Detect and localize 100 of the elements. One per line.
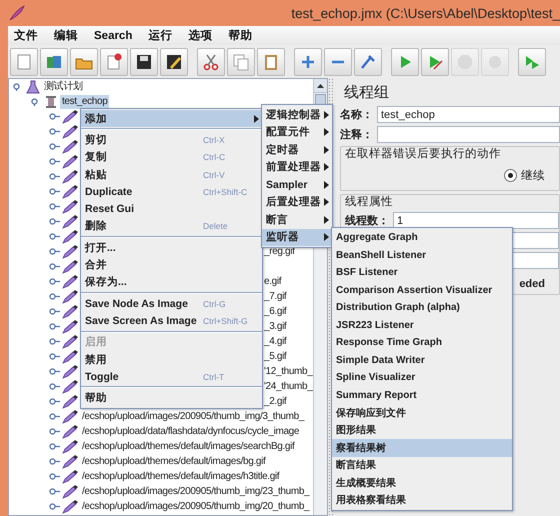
menu-item[interactable]: 逻辑控制器 <box>262 106 332 124</box>
menu-item[interactable]: Comparison Assertion Visualizer <box>332 282 512 299</box>
menu-item[interactable]: 察看结果树 <box>332 439 512 456</box>
tree-toggle-icon[interactable] <box>49 457 60 466</box>
tree-toggle-icon[interactable] <box>49 337 60 346</box>
menu-item[interactable]: 禁用 <box>81 350 262 368</box>
tree-item-label[interactable]: _7.gif <box>262 290 288 304</box>
tree-toggle-icon[interactable] <box>49 277 60 286</box>
menu-item[interactable]: 生成概要结果 <box>332 474 512 492</box>
tree-item-label[interactable]: _2.gif <box>262 394 288 408</box>
tree-toggle-icon[interactable] <box>49 502 60 511</box>
tree-toggle-icon[interactable] <box>49 427 60 436</box>
radio-button[interactable] <box>504 169 517 182</box>
tree-toggle-icon[interactable] <box>49 322 60 331</box>
tree-item-label[interactable]: 测试计划 <box>42 80 85 94</box>
tree-toggle-icon[interactable] <box>49 247 60 256</box>
toolbar-button[interactable] <box>160 48 188 76</box>
tree-toggle-icon[interactable] <box>49 187 60 196</box>
menu-item[interactable]: BeanShell Listener <box>332 246 512 264</box>
menu-item[interactable]: 帮助 <box>81 389 262 407</box>
tree-item-label[interactable]: /ecshop/upload/images/200905/thumb_img/20_thumb_ <box>80 500 312 514</box>
menu-bar-item[interactable]: 编辑 <box>54 28 78 43</box>
comment-field[interactable] <box>377 126 560 143</box>
menu-item[interactable]: 合并 <box>81 256 262 274</box>
menu-item[interactable]: 复制 Ctrl-C <box>81 148 262 166</box>
tree-toggle-icon[interactable] <box>49 292 60 301</box>
menu-item[interactable]: 配置元件 <box>262 124 332 141</box>
menu-item[interactable]: 保存为... <box>81 274 262 291</box>
menu-item[interactable]: 断言 <box>262 211 332 228</box>
menu-item[interactable]: 断言结果 <box>332 456 512 474</box>
menu-item[interactable]: 监听器 <box>262 228 332 246</box>
tree-item-label[interactable]: /ecshop/upload/data/flashdata/dynfocus/cycle_image <box>80 424 302 438</box>
menu-bar-item[interactable]: 选项 <box>188 28 212 43</box>
threads-field[interactable]: 1 <box>393 212 559 229</box>
menu-item[interactable]: 后置处理器 <box>262 194 332 211</box>
menu-item[interactable]: Response Time Graph <box>332 334 512 352</box>
menu-item[interactable]: Reset Gui <box>81 200 262 218</box>
tree-toggle-icon[interactable] <box>49 412 60 421</box>
menu-item[interactable]: 打开... <box>81 239 262 256</box>
scroll-thumb[interactable] <box>315 94 326 105</box>
menu-item[interactable]: Aggregate Graph <box>332 229 512 246</box>
tree-item-label[interactable]: /ecshop/upload/images/200905/thumb_img/23_thumb_ <box>80 484 312 498</box>
tree-toggle-icon[interactable] <box>49 382 60 391</box>
tree-toggle-icon[interactable] <box>49 487 60 496</box>
menu-item[interactable]: 定时器 <box>262 141 332 158</box>
tree-item-label[interactable]: e.gif <box>262 274 284 288</box>
menu-item[interactable]: Sampler <box>262 176 332 194</box>
scroll-up-button[interactable] <box>314 79 327 93</box>
tree-toggle-icon[interactable] <box>49 262 60 271</box>
tree-toggle-icon[interactable] <box>49 112 60 121</box>
tree-toggle-icon[interactable] <box>49 232 60 241</box>
submenu-arrow-icon <box>324 233 329 242</box>
tree-item-label[interactable]: /ecshop/upload/themes/default/images/h3title.gif <box>80 470 282 484</box>
tree-item-label[interactable]: _5.gif <box>262 350 288 364</box>
menu-item[interactable]: Duplicate Ctrl+Shift-C <box>81 183 262 200</box>
menu-item[interactable]: Summary Report <box>332 386 512 404</box>
menu-item[interactable]: Toggle Ctrl-T <box>81 368 262 386</box>
toolbar-button[interactable] <box>130 48 158 76</box>
menu-item[interactable]: 保存响应到文件 <box>332 404 512 422</box>
tree-item-label[interactable]: /ecshop/upload/themes/default/images/searchBg.gif <box>80 440 296 454</box>
menu-item[interactable]: JSR223 Listener <box>332 316 512 334</box>
menu-bar-item[interactable]: 文件 <box>14 28 38 43</box>
tree-item-label[interactable]: _4.gif <box>262 334 288 348</box>
menu-item[interactable]: Spline Visualizer <box>332 369 512 386</box>
menu-bar-item[interactable]: Search <box>94 30 132 42</box>
name-field[interactable]: test_echop <box>377 106 560 123</box>
menu-item[interactable]: 前置处理器 <box>262 158 332 176</box>
tree-toggle-icon[interactable] <box>49 172 60 181</box>
tree-toggle-icon[interactable] <box>49 157 60 166</box>
menu-item[interactable]: Distribution Graph (alpha) <box>332 299 512 316</box>
tree-item-label[interactable]: /ecshop/upload/images/200905/thumb_img/3_thumb_ <box>80 410 306 424</box>
tree-toggle-icon[interactable] <box>49 217 60 226</box>
tree-item-label[interactable]: _6.gif <box>262 304 288 318</box>
menu-item[interactable]: Save Node As Image Ctrl-G <box>81 294 262 312</box>
menu-item[interactable]: Save Screen As Image Ctrl+Shift-G <box>81 312 262 330</box>
tree-item-label[interactable]: test_echop <box>60 94 110 108</box>
tree-item-label[interactable]: /ecshop/upload/themes/default/images/bg.gif <box>80 454 268 468</box>
tree-toggle-icon[interactable] <box>49 397 60 406</box>
tree-toggle-icon[interactable] <box>49 442 60 451</box>
tree-item-label[interactable]: '24_thumb_ <box>262 380 313 394</box>
tree-toggle-icon[interactable] <box>49 367 60 376</box>
tree-toggle-icon[interactable] <box>49 352 60 361</box>
menu-bar-item[interactable]: 运行 <box>148 28 172 43</box>
menu-item[interactable]: 粘贴 Ctrl-V <box>81 166 262 184</box>
tree-toggle-icon[interactable] <box>49 307 60 316</box>
tree-item-label[interactable]: _3.gif <box>262 320 288 334</box>
menu-item[interactable]: 添加 <box>81 110 262 128</box>
menu-item[interactable]: BSF Listener <box>332 264 512 282</box>
menu-item[interactable]: 图形结果 <box>332 422 512 439</box>
menu-item[interactable]: 剪切 Ctrl-X <box>81 131 262 149</box>
tree-toggle-icon[interactable] <box>49 142 60 151</box>
menu-item[interactable]: 删除 Delete <box>81 218 262 236</box>
tree-item-label[interactable]: '12_thumb_ <box>262 364 313 378</box>
tree-toggle-icon[interactable] <box>49 202 60 211</box>
tree-toggle-icon[interactable] <box>49 127 60 136</box>
tree-toggle-icon[interactable] <box>49 472 60 481</box>
tree-item-label[interactable]: _reg.gif <box>262 244 297 258</box>
menu-item[interactable]: Simple Data Writer <box>332 352 512 369</box>
menu-item[interactable]: 用表格察看结果 <box>332 492 512 509</box>
menu-bar-item[interactable]: 帮助 <box>228 28 252 43</box>
